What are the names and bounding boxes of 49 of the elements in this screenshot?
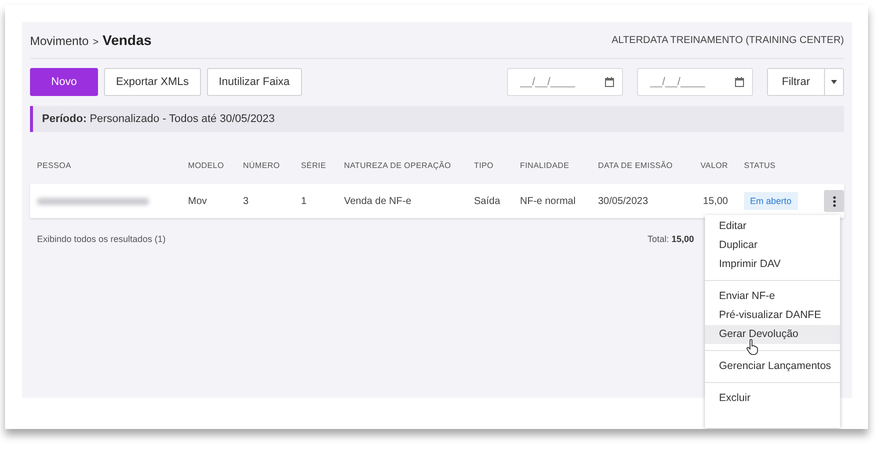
column-header: DATA DE EMISSÃO [598, 160, 674, 170]
menu-item[interactable]: Excluir [705, 389, 840, 408]
table-cell-text: NF-e normal [520, 196, 577, 206]
column-header: NATUREZA DE OPERAÇÃO [344, 160, 452, 170]
menu-item[interactable]: Editar [705, 217, 840, 236]
column-header: MODELO [188, 160, 225, 170]
table-cell-text: Saída [474, 196, 502, 206]
menu-item[interactable]: Gerar Devolução [705, 325, 840, 344]
table-cell-text: Venda de NF-e [344, 196, 412, 206]
table-row[interactable]: Mov 3 1 Venda de NF-e Saída NF-e normal 30/05/2023 15,00 Em aberto [30, 184, 844, 218]
date-field[interactable]: __/__/____ [636, 68, 753, 96]
calendar-icon[interactable] [604, 77, 614, 87]
breadcrumb-link[interactable]: Movimento [30, 34, 89, 48]
hand-cursor-icon [746, 339, 758, 355]
date-field[interactable]: __/__/____ [506, 68, 623, 96]
column-header: TIPO [474, 160, 494, 170]
toolbar-button[interactable]: Exportar XMLs [104, 68, 201, 96]
column-header: FINALIDADE [520, 160, 570, 170]
table-cell-text: Mov [188, 196, 208, 206]
column-header: PESSOA [37, 160, 72, 170]
more-button[interactable] [824, 190, 844, 212]
breadcrumb-separator: > [92, 37, 99, 48]
calendar-icon[interactable] [734, 77, 744, 87]
date-input[interactable]: __/__/____ [648, 75, 722, 89]
menu-item[interactable]: Pré-visualizar DANFE [705, 306, 840, 325]
period-text: Período: Personalizado - Todos até 30/05/2023 [42, 113, 275, 125]
table-cell-text: 15,00 [702, 196, 728, 206]
caret-icon [831, 80, 837, 84]
column-header: NÚMERO [243, 160, 281, 170]
column-header: VALOR [699, 160, 728, 170]
company-name: ALTERDATA TREINAMENTO (TRAINING CENTER) [612, 34, 844, 46]
kebab-icon [832, 196, 836, 206]
menu-item[interactable]: Gerenciar Lançamentos [705, 357, 840, 376]
table-cell-text: 3 [243, 196, 250, 206]
menu-item[interactable]: Imprimir DAV [705, 255, 840, 274]
results-text: Exibindo todos os resultados (1) [37, 234, 167, 244]
page-title: Vendas [102, 32, 152, 48]
column-header: STATUS [744, 160, 777, 170]
total-text: Total: 15,00 [647, 234, 694, 244]
table-cell-text: 30/05/2023 [598, 196, 650, 206]
status-badge: Em aberto [744, 192, 798, 210]
toolbar-button[interactable]: Inutilizar Faixa [206, 68, 302, 96]
menu-item[interactable]: Enviar NF-e [705, 287, 840, 306]
filter-button[interactable]: Filtrar [768, 69, 825, 95]
date-input[interactable]: __/__/____ [518, 75, 592, 89]
column-header: SÉRIE [301, 160, 328, 170]
new-button[interactable]: Novo [30, 68, 98, 96]
table-cell-text: 1 [301, 196, 308, 206]
menu-item[interactable]: Duplicar [705, 236, 840, 255]
